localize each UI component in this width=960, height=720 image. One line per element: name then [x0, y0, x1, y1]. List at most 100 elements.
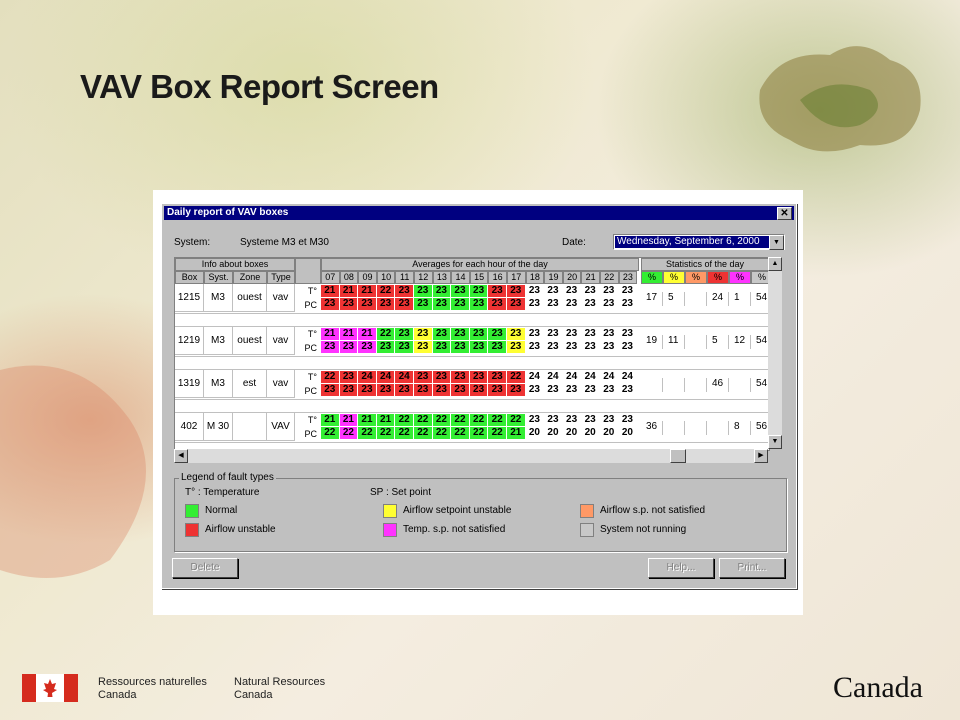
hour-temp-cell: 23: [507, 285, 526, 298]
box-info-cell: 402: [175, 413, 204, 441]
stat-cell: 12: [729, 335, 751, 349]
hour-temp-cell: 22: [432, 414, 452, 427]
print-button[interactable]: Print...: [719, 558, 785, 578]
hour-header: 08: [339, 271, 359, 284]
hour-pc-cell: 23: [321, 298, 340, 311]
row-label-temp: T°: [307, 286, 317, 296]
hour-pc-cell: 23: [451, 384, 470, 397]
row-label-pc: PC: [304, 386, 317, 396]
legend-label: Temp. s.p. not satisfied: [403, 524, 506, 535]
stat-cell: 11: [663, 335, 685, 349]
report-grid: Info about boxes Averages for each hour o…: [174, 257, 770, 451]
hour-pc-cell: 20: [525, 427, 545, 440]
legend-swatch-airflow-sp-unstable: [383, 504, 397, 518]
legend-title: Legend of fault types: [179, 472, 276, 483]
delete-button[interactable]: Delete: [172, 558, 238, 578]
row-label-pc: PC: [304, 300, 317, 310]
hour-temp-cell: 21: [358, 285, 377, 298]
hour-temp-cell: 23: [600, 328, 619, 341]
hour-header: 21: [581, 271, 600, 284]
row-separator: [175, 356, 769, 370]
stat-cell: 5: [707, 335, 729, 349]
scroll-up-icon[interactable]: ▲: [768, 257, 782, 271]
canada-map-graphic: [759, 46, 921, 152]
hour-temp-cell: 22: [451, 414, 470, 427]
group-header-info: Info about boxes: [175, 258, 295, 271]
hour-pc-cell: 23: [562, 298, 582, 311]
row-separator: [175, 399, 769, 413]
system-label: System:: [174, 237, 211, 248]
scroll-down-icon[interactable]: ▼: [768, 435, 782, 449]
hour-pc-cell: 23: [488, 341, 507, 354]
slide-title: VAV Box Report Screen: [80, 68, 439, 105]
hour-pc-cell: 23: [469, 298, 489, 311]
hour-temp-cell: 23: [525, 285, 545, 298]
hour-temp-cell: 23: [395, 328, 414, 341]
hour-pc-cell: 23: [562, 384, 582, 397]
legend-sp-note: SP : Set point: [370, 487, 431, 498]
hour-temp-cell: 23: [600, 414, 619, 427]
box-info-cell: vav: [267, 284, 295, 312]
hour-pc-cell: 23: [525, 384, 545, 397]
hour-pc-cell: 23: [562, 341, 582, 354]
hour-pc-cell: 22: [451, 427, 470, 440]
box-info-cell: M3: [204, 370, 233, 398]
vertical-scrollbar[interactable]: ▲ ▼: [768, 257, 782, 449]
stat-header: %: [729, 271, 751, 284]
hour-temp-cell: 23: [562, 328, 582, 341]
row-label-pc: PC: [304, 343, 317, 353]
hour-temp-cell: 23: [488, 285, 507, 298]
hour-header: 11: [395, 271, 414, 284]
box-info-cell: vav: [267, 370, 295, 398]
scroll-thumb[interactable]: [670, 449, 686, 463]
hour-temp-cell: 22: [376, 328, 396, 341]
hour-temp-cell: 23: [451, 371, 470, 384]
hour-temp-cell: 23: [488, 371, 507, 384]
group-header-averages: Averages for each hour of the day: [321, 258, 639, 271]
close-button[interactable]: ✕: [777, 207, 792, 220]
hour-temp-cell: 23: [507, 328, 526, 341]
hour-temp-cell: 23: [469, 371, 489, 384]
hour-temp-cell: 23: [581, 414, 600, 427]
legend-swatch-system-not-running: [580, 523, 594, 537]
hour-temp-cell: 23: [544, 285, 563, 298]
hour-pc-cell: 23: [451, 298, 470, 311]
hour-temp-cell: 23: [432, 328, 452, 341]
footer-en-line1: Natural Resources: [234, 676, 326, 688]
legend-swatch-normal: [185, 504, 199, 518]
stat-cell: 5: [663, 292, 685, 306]
hour-pc-cell: 22: [488, 427, 507, 440]
legend-label: Airflow unstable: [205, 524, 276, 535]
scroll-right-icon[interactable]: ▶: [754, 449, 768, 463]
hour-pc-cell: 22: [414, 427, 433, 440]
chevron-down-icon[interactable]: ▼: [769, 235, 784, 250]
date-select[interactable]: Wednesday, September 6, 2000 ▼: [613, 234, 785, 250]
hour-temp-cell: 23: [469, 328, 489, 341]
hour-temp-cell: 22: [376, 285, 396, 298]
hour-header: 23: [618, 271, 638, 284]
hour-pc-cell: 22: [432, 427, 452, 440]
box-info-cell: M3: [204, 327, 233, 355]
system-value: Systeme M3 et M30: [240, 237, 329, 248]
legend-label: Airflow s.p. not satisfied: [600, 505, 706, 516]
row-label-temp: T°: [307, 415, 317, 425]
hour-header: 09: [358, 271, 377, 284]
stat-cell: [685, 378, 707, 392]
hour-temp-cell: 23: [544, 328, 563, 341]
scroll-left-icon[interactable]: ◀: [174, 449, 188, 463]
hour-temp-cell: 24: [376, 371, 396, 384]
hour-pc-cell: 23: [321, 384, 340, 397]
hour-pc-cell: 23: [339, 341, 359, 354]
hour-temp-cell: 21: [321, 285, 340, 298]
stat-cell: [685, 292, 707, 306]
hour-temp-cell: 23: [414, 328, 433, 341]
hour-temp-cell: 24: [525, 371, 545, 384]
help-button[interactable]: Help...: [648, 558, 714, 578]
hour-header: 10: [376, 271, 396, 284]
hour-temp-cell: 23: [432, 285, 452, 298]
hour-temp-cell: 22: [414, 414, 433, 427]
hour-pc-cell: 23: [507, 384, 526, 397]
horizontal-scrollbar[interactable]: ◀ ▶: [174, 449, 768, 463]
hour-temp-cell: 24: [544, 371, 563, 384]
box-info-cell: 1215: [175, 284, 204, 312]
